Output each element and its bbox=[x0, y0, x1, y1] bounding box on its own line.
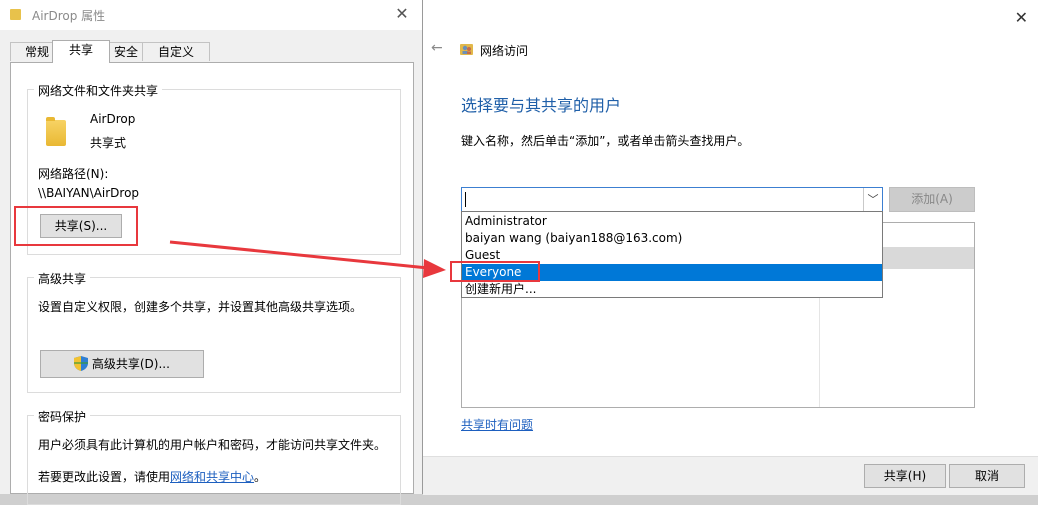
change-prefix: 若要更改此设置，请使用 bbox=[38, 470, 171, 484]
advanced-sharing-label: 高级共享(D)... bbox=[91, 357, 170, 371]
group-title: 高级共享 bbox=[34, 270, 91, 287]
tab-sharing[interactable]: 共享 bbox=[52, 40, 110, 63]
window-title: AirDrop 属性 bbox=[32, 9, 106, 23]
tab-customize[interactable]: 自定义 bbox=[142, 42, 210, 61]
password-protection-group: 密码保护 用户必须具有此计算机的用户帐户和密码，才能访问共享文件夹。 若要更改此… bbox=[27, 408, 401, 505]
advanced-sharing-description: 设置自定义权限，创建多个共享，并设置其他高级共享选项。 bbox=[38, 300, 363, 314]
breadcrumb-title: 网络访问 bbox=[480, 44, 529, 58]
chevron-down-icon[interactable]: ﹀ bbox=[863, 188, 882, 211]
user-name-combobox[interactable]: ﹀ bbox=[461, 187, 883, 212]
dropdown-option-create-new-user[interactable]: 创建新用户... bbox=[462, 281, 882, 298]
annotation-highlight-box bbox=[450, 261, 540, 282]
dropdown-option-administrator[interactable]: Administrator bbox=[462, 213, 882, 230]
instruction-text: 键入名称，然后单击“添加”，或者单击箭头查找用户。 bbox=[461, 134, 750, 148]
advanced-sharing-button[interactable]: 高级共享(D)... bbox=[40, 350, 204, 378]
network-path-label: 网络路径(N): bbox=[38, 167, 109, 181]
page-heading: 选择要与其共享的用户 bbox=[461, 96, 622, 115]
back-arrow-icon[interactable]: ← bbox=[431, 40, 443, 56]
folder-share-state: 共享式 bbox=[90, 136, 127, 150]
cancel-button[interactable]: 取消 bbox=[949, 464, 1025, 488]
close-icon[interactable]: ✕ bbox=[392, 4, 412, 24]
dialog-footer: 共享(H) 取消 bbox=[423, 456, 1038, 495]
network-path-value[interactable]: \\BAIYAN\AirDrop bbox=[38, 186, 139, 200]
properties-window: AirDrop 属性 ✕ 常规 共享 安全 自定义 网络文件和文件夹共享 Air… bbox=[0, 0, 423, 505]
add-button[interactable]: 添加(A) bbox=[889, 187, 975, 212]
network-access-window: ✕ ← 网络访问 选择要与其共享的用户 键入名称，然后单击“添加”，或者单击箭头… bbox=[423, 0, 1038, 495]
advanced-sharing-group: 高级共享 设置自定义权限，创建多个共享，并设置其他高级共享选项。 高级共享(D)… bbox=[27, 270, 401, 393]
dropdown-option-baiyan-wang[interactable]: baiyan wang (baiyan188@163.com) bbox=[462, 230, 882, 247]
share-confirm-button[interactable]: 共享(H) bbox=[864, 464, 946, 488]
sharing-trouble-link[interactable]: 共享时有问题 bbox=[461, 416, 533, 433]
group-title: 网络文件和文件夹共享 bbox=[34, 82, 163, 99]
uac-shield-icon bbox=[74, 356, 89, 371]
sharing-tab-panel: 网络文件和文件夹共享 AirDrop 共享式 网络路径(N): \\BAIYAN… bbox=[10, 62, 414, 505]
folder-icon bbox=[46, 117, 66, 146]
group-title: 密码保护 bbox=[34, 408, 91, 425]
text-cursor bbox=[465, 192, 466, 207]
annotation-highlight-box bbox=[14, 206, 138, 246]
network-sharing-center-link[interactable]: 网络和共享中心 bbox=[170, 470, 254, 484]
close-icon[interactable]: ✕ bbox=[1015, 8, 1028, 27]
change-suffix: 。 bbox=[254, 470, 267, 484]
properties-titlebar: AirDrop 属性 ✕ bbox=[0, 0, 422, 30]
password-description: 用户必须具有此计算机的用户帐户和密码，才能访问共享文件夹。 bbox=[38, 438, 387, 452]
users-icon bbox=[460, 44, 473, 55]
user-dropdown-list[interactable]: Administrator baiyan wang (baiyan188@163… bbox=[461, 211, 883, 298]
folder-name: AirDrop bbox=[90, 112, 136, 126]
folder-icon bbox=[10, 9, 21, 20]
password-change-text: 若要更改此设置，请使用网络和共享中心。 bbox=[38, 468, 266, 485]
